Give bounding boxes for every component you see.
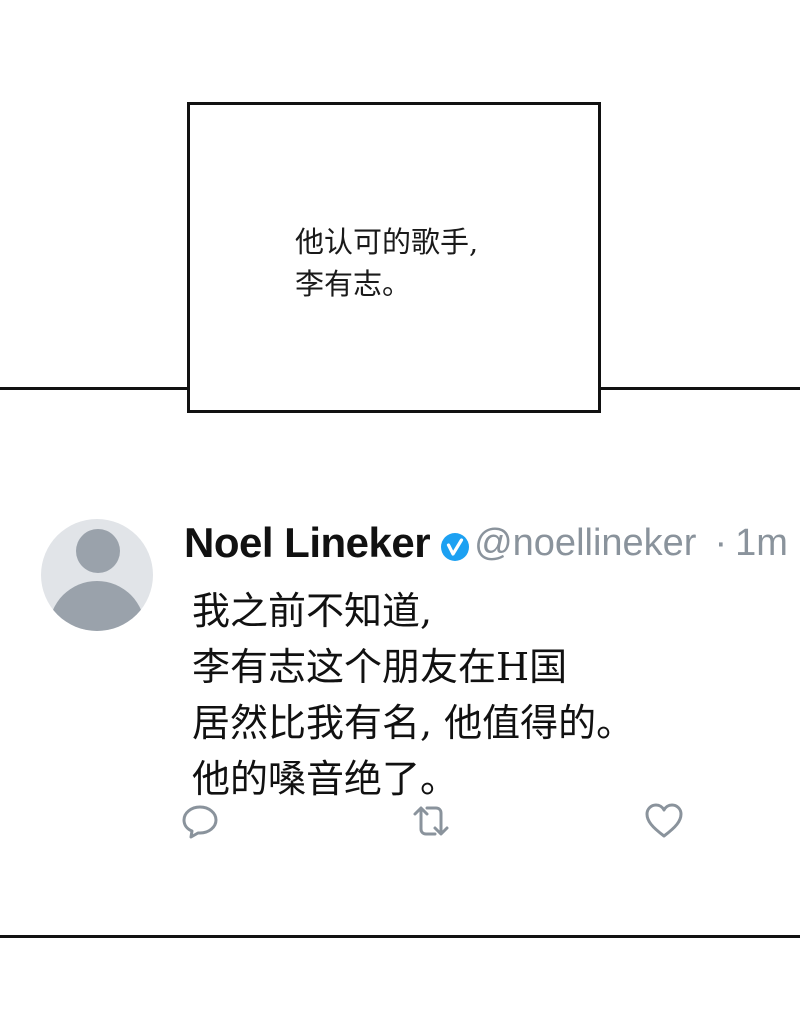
header-separator: ·: [714, 521, 728, 564]
narration-caption-box: 他认可的歌手, 李有志。: [187, 102, 601, 413]
tweet-line: 居然比我有名, 他值得的。: [192, 701, 635, 745]
tweet-timestamp[interactable]: 1m: [735, 522, 788, 565]
avatar-body-shape: [49, 581, 145, 631]
tweet-line: 他的嗓音绝了。: [192, 757, 459, 801]
heart-icon: [645, 803, 683, 838]
caption-line: 李有志。: [295, 267, 412, 301]
tweet-header: Noel Lineker @noellineker · 1m: [184, 516, 788, 570]
avatar-head-shape: [76, 529, 120, 573]
tweet-body: 我之前不知道, 李有志这个朋友在H国 居然比我有名, 他值得的。 他的嗓音绝了。: [192, 583, 634, 807]
tweet-line: 我之前不知道,: [192, 589, 433, 633]
retweet-icon: [413, 806, 449, 836]
retweet-button[interactable]: [411, 801, 451, 841]
reply-icon: [182, 805, 218, 839]
reply-button[interactable]: [180, 801, 220, 841]
like-button[interactable]: [644, 801, 684, 841]
tweet-line: 李有志这个朋友在H国: [192, 645, 568, 689]
panel-divider-bottom: [0, 935, 800, 938]
display-name[interactable]: Noel Lineker: [184, 519, 431, 567]
narration-caption-text: 他认可的歌手, 李有志。: [295, 221, 478, 305]
avatar[interactable]: [41, 519, 153, 631]
user-handle[interactable]: @noellineker: [474, 522, 696, 565]
caption-line: 他认可的歌手,: [295, 225, 479, 259]
verified-badge-icon: [440, 532, 470, 562]
